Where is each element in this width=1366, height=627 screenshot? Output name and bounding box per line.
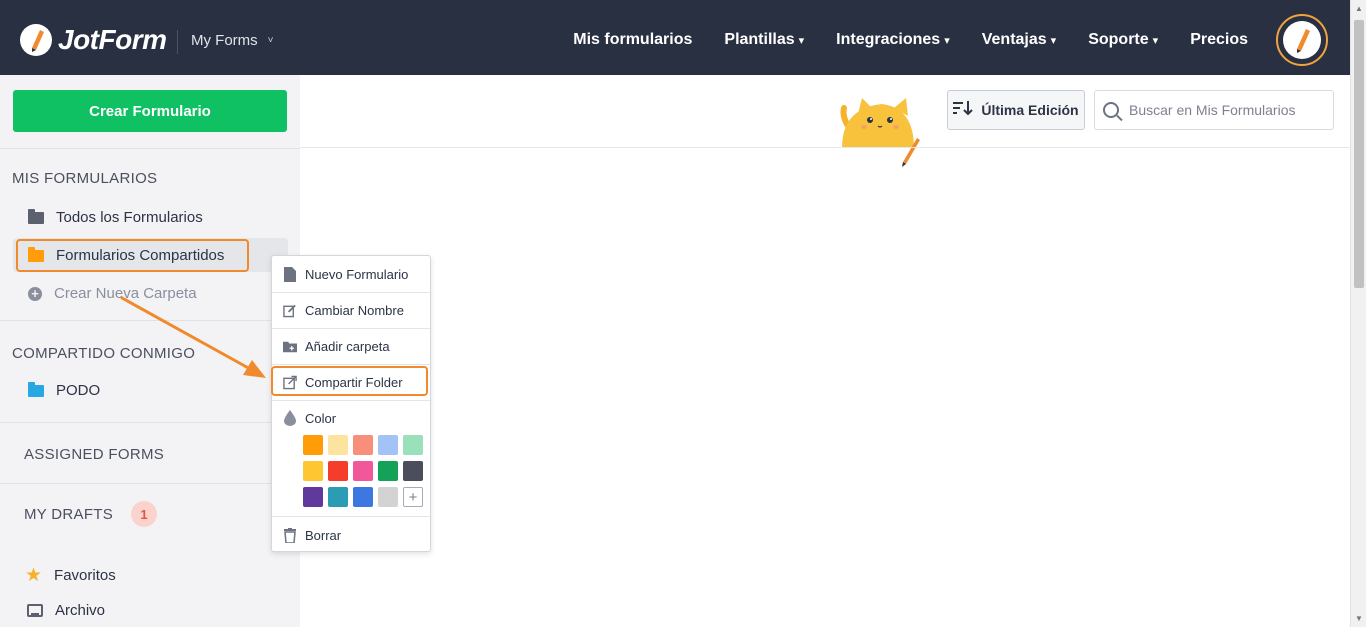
document-icon [283,266,297,282]
menu-item-delete[interactable]: Borrar [272,517,430,553]
archive-icon [27,604,43,617]
sidebar-item-new-folder[interactable]: + Crear Nueva Carpeta [28,285,197,302]
sidebar-item-favorites[interactable]: ★ Favoritos [25,564,116,587]
main-header-divider [300,147,1350,148]
nav-soporte[interactable]: Soporte ▾ [1088,31,1158,49]
nav-integraciones[interactable]: Integraciones ▾ [836,31,950,49]
color-swatch[interactable] [403,461,423,481]
color-swatch[interactable] [328,487,348,507]
scroll-up-arrow-icon[interactable]: ▲ [1355,4,1363,13]
sidebar-item-label: Favoritos [54,567,116,584]
color-swatch[interactable] [328,461,348,481]
main-nav: Mis formularios Plantillas ▾ Integracione… [573,31,1248,49]
logo-text: JotForm [58,24,167,55]
folder-icon [28,381,44,397]
shared-with-me-section-title: COMPARTIDO CONMIGO [12,345,196,362]
folder-plus-icon [283,339,297,354]
caret-down-icon: ▾ [1152,34,1159,47]
color-swatch[interactable] [353,487,373,507]
nav-precios[interactable]: Precios [1190,31,1248,49]
caret-down-icon: ▾ [1050,34,1057,47]
avatar-pencil-icon [1283,21,1321,59]
color-swatch[interactable] [303,435,323,455]
logo-pencil-icon [20,24,52,56]
drafts-count-badge: 1 [131,501,157,527]
sidebar-divider [0,483,300,484]
create-form-button[interactable]: Crear Formulario [13,90,287,132]
sidebar-item-label: PODO [56,382,101,399]
nav-label: Integraciones [836,31,941,48]
sidebar-item-archive[interactable]: Archivo [27,602,105,619]
color-swatch[interactable] [353,435,373,455]
add-color-plus-icon[interactable]: + [403,487,423,507]
color-swatch[interactable] [303,461,323,481]
trash-icon [283,527,297,543]
sort-icon [953,100,974,121]
color-swatch[interactable] [378,461,398,481]
my-forms-dropdown-label: My Forms [191,32,258,49]
sidebar-item-label: Archivo [55,602,106,619]
scrollbar-thumb[interactable] [1354,20,1364,288]
podo-cat-mascot [836,96,928,173]
color-swatch[interactable] [303,487,323,507]
scroll-down-arrow-icon[interactable]: ▼ [1355,614,1363,623]
nav-label: Precios [1190,31,1248,48]
top-navigation-bar: JotForm My Forms ˅ Mis formularios Plant… [0,0,1350,75]
color-swatch[interactable] [353,461,373,481]
nav-label: Plantillas [724,31,795,48]
sidebar-item-label: Crear Nueva Carpeta [54,285,197,302]
menu-item-color: Color [272,400,430,436]
annotation-highlight-shared [16,239,249,272]
color-swatch[interactable] [403,435,423,455]
menu-item-rename[interactable]: Cambiar Nombre [272,292,430,328]
chevron-down-icon: ˅ [267,35,274,46]
sidebar-item-all-forms[interactable]: Todos los Formularios [28,208,203,226]
color-swatch[interactable] [328,435,348,455]
menu-item-new-form[interactable]: Nuevo Formulario [272,256,430,292]
menu-item-label: Cambiar Nombre [305,302,404,318]
annotation-highlight-share-folder [271,366,428,396]
jotform-logo[interactable]: JotForm [20,24,167,56]
nav-plantillas[interactable]: Plantillas ▾ [724,31,804,49]
sort-button[interactable]: Última Edición [947,90,1085,130]
nav-label: Ventajas [981,31,1047,48]
menu-item-label: Color [305,410,337,426]
page-scrollbar[interactable]: ▲ ▼ [1350,0,1366,627]
my-drafts-section-title[interactable]: MY DRAFTS [24,506,113,523]
color-swatch[interactable] [378,487,398,507]
nav-mis-formularios[interactable]: Mis formularios [573,31,692,49]
sidebar: Crear Formulario MIS FORMULARIOS Todos l… [0,75,300,627]
search-icon [1103,102,1119,118]
nav-label: Soporte [1088,31,1149,48]
sidebar-divider [0,320,300,321]
caret-down-icon: ▾ [798,34,805,47]
my-forms-section-title: MIS FORMULARIOS [12,170,158,187]
my-forms-dropdown[interactable]: My Forms ˅ [191,32,274,49]
nav-ventajas[interactable]: Ventajas ▾ [982,31,1056,49]
menu-item-label: Añadir carpeta [305,338,390,354]
edit-icon [283,303,297,318]
menu-item-label: Nuevo Formulario [305,266,409,282]
sidebar-divider [0,422,300,423]
plus-circle-icon: + [28,286,42,301]
search-input[interactable] [1129,102,1319,118]
sidebar-item-label: Todos los Formularios [56,209,203,226]
nav-label: Mis formularios [573,31,693,48]
sidebar-divider [0,148,300,149]
sidebar-item-podo[interactable]: PODO [28,381,101,399]
menu-item-add-folder[interactable]: Añadir carpeta [272,328,430,364]
header-divider [177,30,178,54]
folder-context-menu: Nuevo Formulario Cambiar Nombre Añadir c… [271,255,431,552]
color-swatch[interactable] [378,435,398,455]
caret-down-icon: ▾ [944,34,950,47]
menu-item-label: Borrar [305,527,342,543]
sort-button-label: Última Edición [981,102,1079,118]
search-box[interactable] [1094,90,1334,130]
folder-icon [28,208,44,224]
droplet-icon [283,410,297,426]
assigned-forms-section-title[interactable]: ASSIGNED FORMS [24,446,164,463]
star-icon: ★ [25,565,43,586]
user-avatar[interactable] [1276,14,1328,66]
